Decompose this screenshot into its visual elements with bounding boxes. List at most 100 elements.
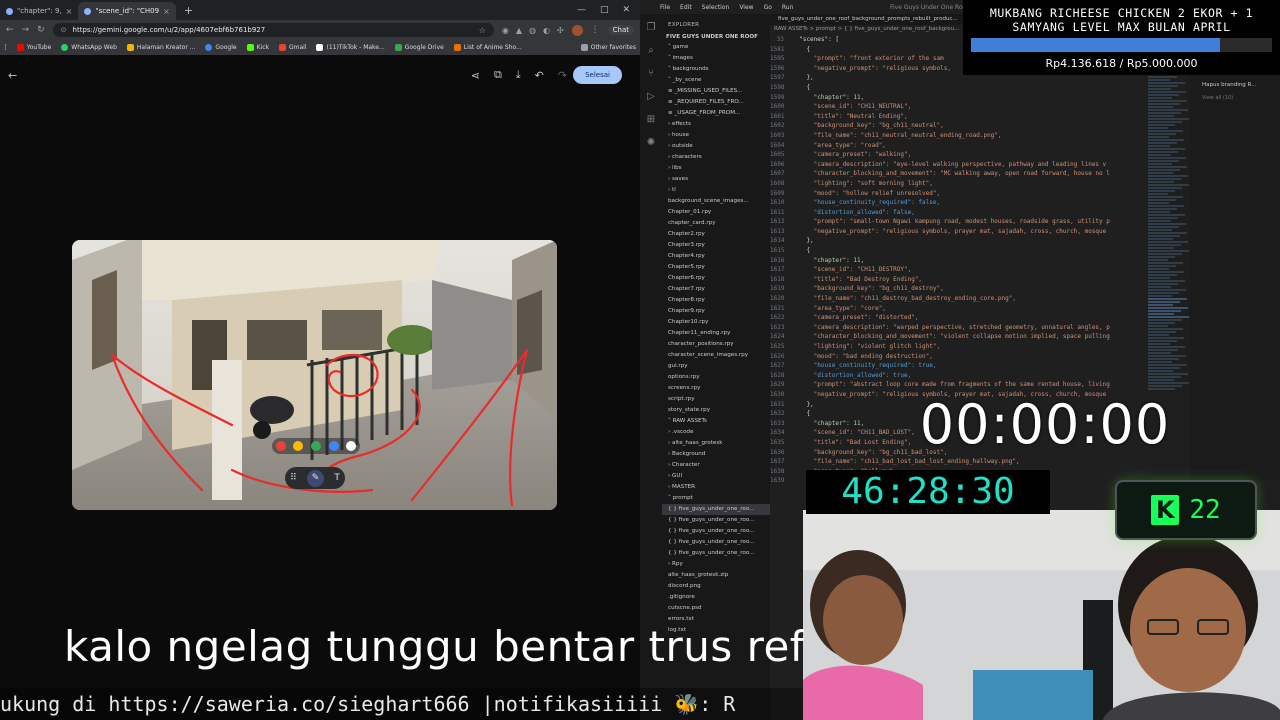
file-tree-item[interactable]: › tl	[662, 185, 770, 196]
code-line[interactable]: 1619 "background_key": "bg_ch11_destroy"…	[770, 284, 1150, 294]
code-line[interactable]: 1625 "lighting": "violent glitch light",	[770, 342, 1150, 352]
file-tree-item[interactable]: character_positions.rpy	[662, 339, 770, 350]
site-info-icon[interactable]: ⊙	[61, 26, 67, 34]
share-icon[interactable]: ⋖	[471, 69, 480, 82]
extension-icon[interactable]: ◍	[529, 26, 536, 35]
file-tree-item[interactable]: Chapter2.rpy	[662, 229, 770, 240]
close-tab-icon[interactable]: ×	[66, 7, 73, 16]
file-tree-item[interactable]: ≡ _REQUIRED_FILES_FRO...	[662, 97, 770, 108]
run-debug-icon[interactable]: ▷	[647, 91, 655, 102]
bookmark-tiktok[interactable]: (11)TikTok - Make...	[316, 44, 385, 51]
drag-handle-icon[interactable]: ⠿	[290, 473, 297, 483]
text-tool-button[interactable]: T	[334, 473, 340, 483]
code-line[interactable]: 1614 },	[770, 236, 1150, 246]
back-arrow-icon[interactable]: ←	[8, 69, 17, 82]
file-tree-item[interactable]: › GUI	[662, 471, 770, 482]
reload-icon[interactable]: ↻	[37, 25, 45, 35]
code-line[interactable]: 1606 "camera_description": "eye-level wa…	[770, 160, 1150, 170]
chat-button[interactable]: Chat	[607, 25, 634, 35]
file-tree-item[interactable]: cutscne.psd	[662, 603, 770, 614]
file-tree-item[interactable]: Chapter4.rpy	[662, 251, 770, 262]
bookmark-creator[interactable]: Halaman Kreator ...	[126, 44, 195, 51]
extensions-puzzle-icon[interactable]: ✣	[557, 26, 564, 35]
color-yellow-swatch[interactable]	[293, 441, 304, 451]
file-tree-item[interactable]: Chapter5.rpy	[662, 262, 770, 273]
file-tree-item[interactable]: › .vscode	[662, 427, 770, 438]
bookmark-youtube[interactable]: YouTube	[16, 44, 51, 51]
code-line[interactable]: 1605 "camera_preset": "walking",	[770, 150, 1150, 160]
code-line[interactable]: 1609 "mood": "hollow relief unresolved",	[770, 189, 1150, 199]
file-tree-item[interactable]: gui.rpy	[662, 361, 770, 372]
extension-icon[interactable]: ◐	[543, 26, 550, 35]
new-tab-button[interactable]: +	[176, 4, 201, 17]
bookmark-drive[interactable]: Google Drive	[394, 44, 444, 51]
browser-tab[interactable]: "chapter": 9, ×	[0, 2, 78, 20]
other-bookmarks[interactable]: Other favorites	[580, 44, 636, 51]
menu-go[interactable]: Go	[764, 4, 772, 11]
color-green-swatch[interactable]	[310, 441, 321, 451]
code-line[interactable]: 1637 "file_name": "ch11_bad_lost_bad_los…	[770, 457, 1150, 467]
file-tree-item[interactable]: { } five_guys_under_one_roo...	[662, 504, 770, 515]
code-line[interactable]: 1623 "camera_description": "warped persp…	[770, 323, 1150, 333]
file-tree-item[interactable]: options.rpy	[662, 372, 770, 383]
file-tree-item[interactable]: background_scene_images...	[662, 196, 770, 207]
file-tree-item[interactable]: Chapter10.rpy	[662, 317, 770, 328]
menu-run[interactable]: Run	[782, 4, 794, 11]
code-line[interactable]: 1629 "prompt": "abstract loop core made …	[770, 380, 1150, 390]
file-tree-item[interactable]: › Character	[662, 460, 770, 471]
code-line[interactable]: 1610 "house_continuity_required": false,	[770, 198, 1150, 208]
code-line[interactable]: 1624 "character_blocking_and_movement": …	[770, 332, 1150, 342]
copy-icon[interactable]: ⧉	[494, 68, 502, 82]
bookmark-gmail[interactable]: Gmail	[278, 44, 306, 51]
color-red-swatch[interactable]	[275, 441, 286, 451]
file-tree-item[interactable]: › characters	[662, 152, 770, 163]
file-tree-item[interactable]: › libs	[662, 163, 770, 174]
apps-icon[interactable]: ⁞	[4, 43, 7, 53]
address-bar[interactable]: ⊙ https://gemini.google.com/u/2/app/4607…	[52, 23, 494, 37]
file-tree-item[interactable]: › MASTER	[662, 482, 770, 493]
file-tree-item[interactable]: screens.rpy	[662, 383, 770, 394]
bookmark-kick[interactable]: Kick	[246, 44, 269, 51]
code-line[interactable]: 1607 "character_blocking_and_movement": …	[770, 169, 1150, 179]
code-line[interactable]: 1599 "chapter": 11,	[770, 93, 1150, 103]
extension-icon[interactable]: ▲	[516, 26, 522, 35]
file-tree-item[interactable]: ˅ prompt	[662, 493, 770, 504]
back-icon[interactable]: ←	[6, 25, 14, 35]
file-tree-item[interactable]: Chapter6.rpy	[662, 273, 770, 284]
file-tree-item[interactable]: › effects	[662, 119, 770, 130]
bookmark-whatsapp[interactable]: WhatsApp Web	[61, 44, 117, 51]
file-tree-item[interactable]: character_scene_images.rpy	[662, 350, 770, 361]
project-root[interactable]: FIVE GUYS UNDER ONE ROOF	[662, 32, 770, 42]
search-icon[interactable]: ⌕	[648, 45, 654, 56]
code-line[interactable]: 1618 "title": "Bad Destroy Ending",	[770, 275, 1150, 285]
code-line[interactable]: 1615 {	[770, 246, 1150, 256]
undo-icon[interactable]: ↶	[535, 69, 544, 82]
code-line[interactable]: 1600 "scene_id": "CH11_NEUTRAL",	[770, 102, 1150, 112]
file-tree-item[interactable]: ˅ images	[662, 53, 770, 64]
pen-tool-icon[interactable]: ✎	[307, 469, 325, 487]
menu-edit[interactable]: Edit	[680, 4, 692, 11]
file-tree-item[interactable]: { } five_guys_under_one_roo...	[662, 526, 770, 537]
redo-icon[interactable]: ↷	[558, 69, 567, 82]
menu-icon[interactable]: ⋮	[591, 25, 600, 35]
file-tree-item[interactable]: › outside	[662, 141, 770, 152]
file-tree-item[interactable]: .gitignore	[662, 592, 770, 603]
file-tree-item[interactable]: { } five_guys_under_one_roo...	[662, 515, 770, 526]
code-line[interactable]: 1603 "file_name": "ch11_neutral_neutral_…	[770, 131, 1150, 141]
code-line[interactable]: 1608 "lighting": "soft morning light",	[770, 179, 1150, 189]
extension-icon[interactable]: ◉	[502, 26, 509, 35]
file-tree-item[interactable]: alte_haas_grotesk.zip	[662, 570, 770, 581]
code-line[interactable]: 1602 "background_key": "bg_ch11_neutral"…	[770, 121, 1150, 131]
file-tree-item[interactable]: Chapter8.rpy	[662, 295, 770, 306]
source-control-icon[interactable]: ⑂	[648, 68, 654, 79]
menu-view[interactable]: View	[739, 4, 753, 11]
menu-selection[interactable]: Selection	[702, 4, 730, 11]
file-tree-item[interactable]: › Rpy	[662, 559, 770, 570]
code-line[interactable]: 1621 "area_type": "core",	[770, 304, 1150, 314]
bookmark-star-icon[interactable]: ☆	[479, 26, 486, 35]
file-tree-item[interactable]: chapter_card.rpy	[662, 218, 770, 229]
code-line[interactable]: 1612 "prompt": "small-town Ngawi kampung…	[770, 217, 1150, 227]
code-line[interactable]: 1627 "house_continuity_required": true,	[770, 361, 1150, 371]
explorer-icon[interactable]: ❐	[647, 22, 656, 33]
file-tree-item[interactable]: Chapter9.rpy	[662, 306, 770, 317]
